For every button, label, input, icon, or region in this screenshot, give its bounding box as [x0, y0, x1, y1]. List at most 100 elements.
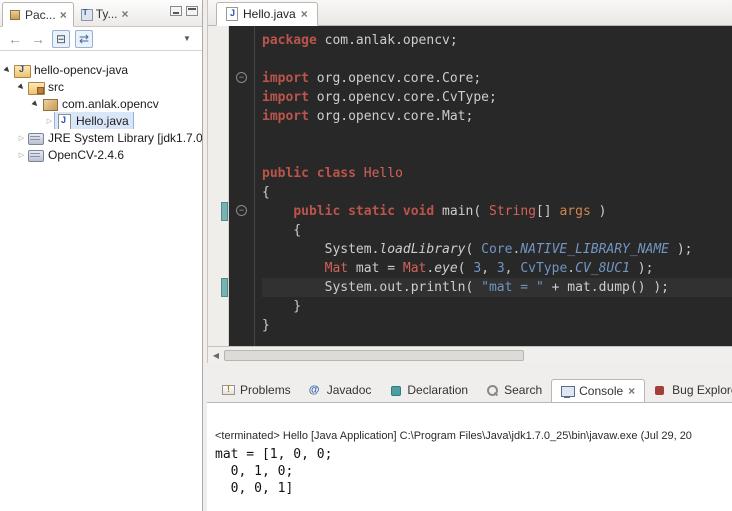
forward-icon: →	[31, 31, 45, 47]
package-explorer-panel: Pac... Ty... ← → ⊟ ⇄ ▼ ▶hello-opencv-java▶sr…	[0, 0, 203, 511]
back-button[interactable]: ←	[6, 30, 24, 48]
tab-bug-explorer[interactable]: Bug Explorer	[645, 378, 732, 402]
project-tree[interactable]: ▶hello-opencv-java▶src▶com.anlak.opencv▷…	[0, 51, 202, 163]
tree-item-body: com.anlak.opencv	[41, 95, 163, 112]
tab-console[interactable]: Console	[551, 379, 645, 403]
console-output-line: mat = [1, 0, 0;	[215, 446, 732, 463]
link-with-editor-button[interactable]: ⇄	[75, 30, 93, 48]
close-icon[interactable]	[60, 8, 67, 22]
tree-item-label: OpenCV-2.4.6	[48, 148, 124, 162]
code-line	[262, 126, 732, 145]
view-tabbar: Pac... Ty...	[0, 0, 202, 27]
occurrence-marker	[221, 278, 228, 297]
console-output-line: 0, 1, 0;	[215, 463, 732, 480]
tab-label: Ty...	[96, 7, 118, 21]
package-icon	[42, 97, 58, 111]
fold-marker-icon[interactable]: −	[236, 72, 247, 83]
tab-label: Problems	[240, 383, 291, 397]
search-icon	[486, 384, 499, 397]
close-icon[interactable]	[628, 384, 635, 398]
console-output-line: 0, 0, 1]	[215, 480, 732, 497]
scroll-left-icon[interactable]: ◀	[208, 351, 224, 360]
code-line: System.out.println( "mat = " + mat.dump(…	[262, 278, 732, 297]
back-icon: ←	[8, 31, 22, 47]
tab-problems[interactable]: Problems	[213, 378, 300, 402]
tree-item-jre-system-library-jdk1-7-0-25[interactable]: ▷ JRE System Library [jdk1.7.0_25]	[0, 129, 202, 146]
tab-label: Declaration	[407, 383, 468, 397]
tab-package-explorer[interactable]: Pac...	[2, 2, 74, 27]
tree-item-opencv-2-4-6[interactable]: ▷ OpenCV-2.4.6	[0, 146, 202, 163]
view-menu-icon: ▼	[183, 34, 191, 43]
code-line: import org.opencv.core.Mat;	[262, 107, 732, 126]
code-editor[interactable]: package com.anlak.opencv; import org.ope…	[255, 26, 732, 346]
expand-arrow-icon[interactable]: ▷	[44, 117, 55, 125]
fold-ruler: −−	[229, 26, 255, 346]
view-window-buttons	[170, 6, 202, 26]
tab-type-hierarchy[interactable]: Ty...	[74, 1, 135, 26]
tab-label: Hello.java	[243, 7, 296, 21]
javadoc-icon	[309, 384, 322, 397]
declaration-icon	[389, 384, 402, 397]
close-icon[interactable]	[121, 7, 128, 21]
tab-label: Javadoc	[327, 383, 372, 397]
fold-marker-icon[interactable]: −	[236, 205, 247, 216]
bottom-tabbar: Problems Javadoc Declaration Search Console B…	[207, 377, 732, 403]
scrollbar-thumb[interactable]	[224, 350, 524, 361]
code-line: {	[262, 221, 732, 240]
code-line: System.loadLibrary( Core.NATIVE_LIBRARY_…	[262, 240, 732, 259]
tree-item-body: hello-opencv-java	[13, 61, 132, 78]
code-line: public class Hello	[262, 164, 732, 183]
view-menu-button[interactable]: ▼	[178, 30, 196, 48]
console-status-line: <terminated> Hello [Java Application] C:…	[215, 430, 732, 442]
tree-item-com-anlak-opencv[interactable]: ▶com.anlak.opencv	[0, 95, 202, 112]
tree-item-hello-opencv-java[interactable]: ▶hello-opencv-java	[0, 61, 202, 78]
tab-search[interactable]: Search	[477, 378, 551, 402]
code-line	[262, 50, 732, 69]
source-folder-icon	[28, 80, 44, 94]
package-explorer-toolbar: ← → ⊟ ⇄ ▼	[0, 27, 202, 51]
editor-area: Hello.java −− package com.anlak.opencv; …	[207, 0, 732, 363]
tree-item-hello-java[interactable]: ▷ Hello.java	[0, 112, 202, 129]
close-icon[interactable]	[301, 7, 308, 21]
tab-javadoc[interactable]: Javadoc	[300, 378, 381, 402]
console-icon	[561, 385, 574, 398]
problems-icon	[222, 384, 235, 397]
editor-body: −− package com.anlak.opencv; import org.…	[208, 26, 732, 346]
annotation-ruler	[208, 26, 229, 346]
tree-item-label: Hello.java	[76, 114, 129, 128]
editor-horizontal-scrollbar[interactable]: ◀	[208, 346, 732, 363]
code-line: import org.opencv.core.Core;	[262, 69, 732, 88]
type-hierarchy-icon	[80, 8, 92, 20]
tab-declaration[interactable]: Declaration	[380, 378, 477, 402]
code-line: {	[262, 183, 732, 202]
tree-item-label: hello-opencv-java	[34, 63, 128, 77]
tree-item-body: src	[27, 78, 68, 95]
console-panel: Problems Javadoc Declaration Search Console B…	[207, 377, 732, 511]
forward-button[interactable]: →	[29, 30, 47, 48]
tab-hello-java[interactable]: Hello.java	[216, 2, 318, 26]
tree-item-src[interactable]: ▶src	[0, 78, 202, 95]
library-icon	[28, 131, 44, 145]
link-with-editor-icon: ⇄	[79, 32, 89, 46]
package-explorer-icon	[9, 9, 21, 21]
maximize-icon[interactable]	[186, 6, 198, 16]
code-line: }	[262, 297, 732, 316]
library-icon	[28, 148, 44, 162]
java-file-icon	[56, 114, 72, 128]
tab-label: Search	[504, 383, 542, 397]
code-line	[262, 145, 732, 164]
tab-label: Console	[579, 384, 623, 398]
tree-item-label: JRE System Library [jdk1.7.0_25]	[48, 131, 202, 145]
console-view[interactable]: <terminated> Hello [Java Application] C:…	[207, 403, 732, 511]
tree-item-label: src	[48, 80, 64, 94]
minimize-icon[interactable]	[170, 6, 182, 16]
tree-item-body: JRE System Library [jdk1.7.0_25]	[27, 129, 202, 146]
code-line: Mat mat = Mat.eye( 3, 3, CvType.CV_8UC1 …	[262, 259, 732, 278]
tree-item-body: Hello.java	[55, 112, 133, 129]
expand-arrow-icon[interactable]: ▷	[16, 134, 27, 142]
expand-arrow-icon[interactable]: ▷	[16, 151, 27, 159]
collapse-all-button[interactable]: ⊟	[52, 30, 70, 48]
editor-tabbar: Hello.java	[208, 0, 732, 26]
collapse-all-icon: ⊟	[56, 32, 66, 46]
code-line: }	[262, 316, 732, 335]
